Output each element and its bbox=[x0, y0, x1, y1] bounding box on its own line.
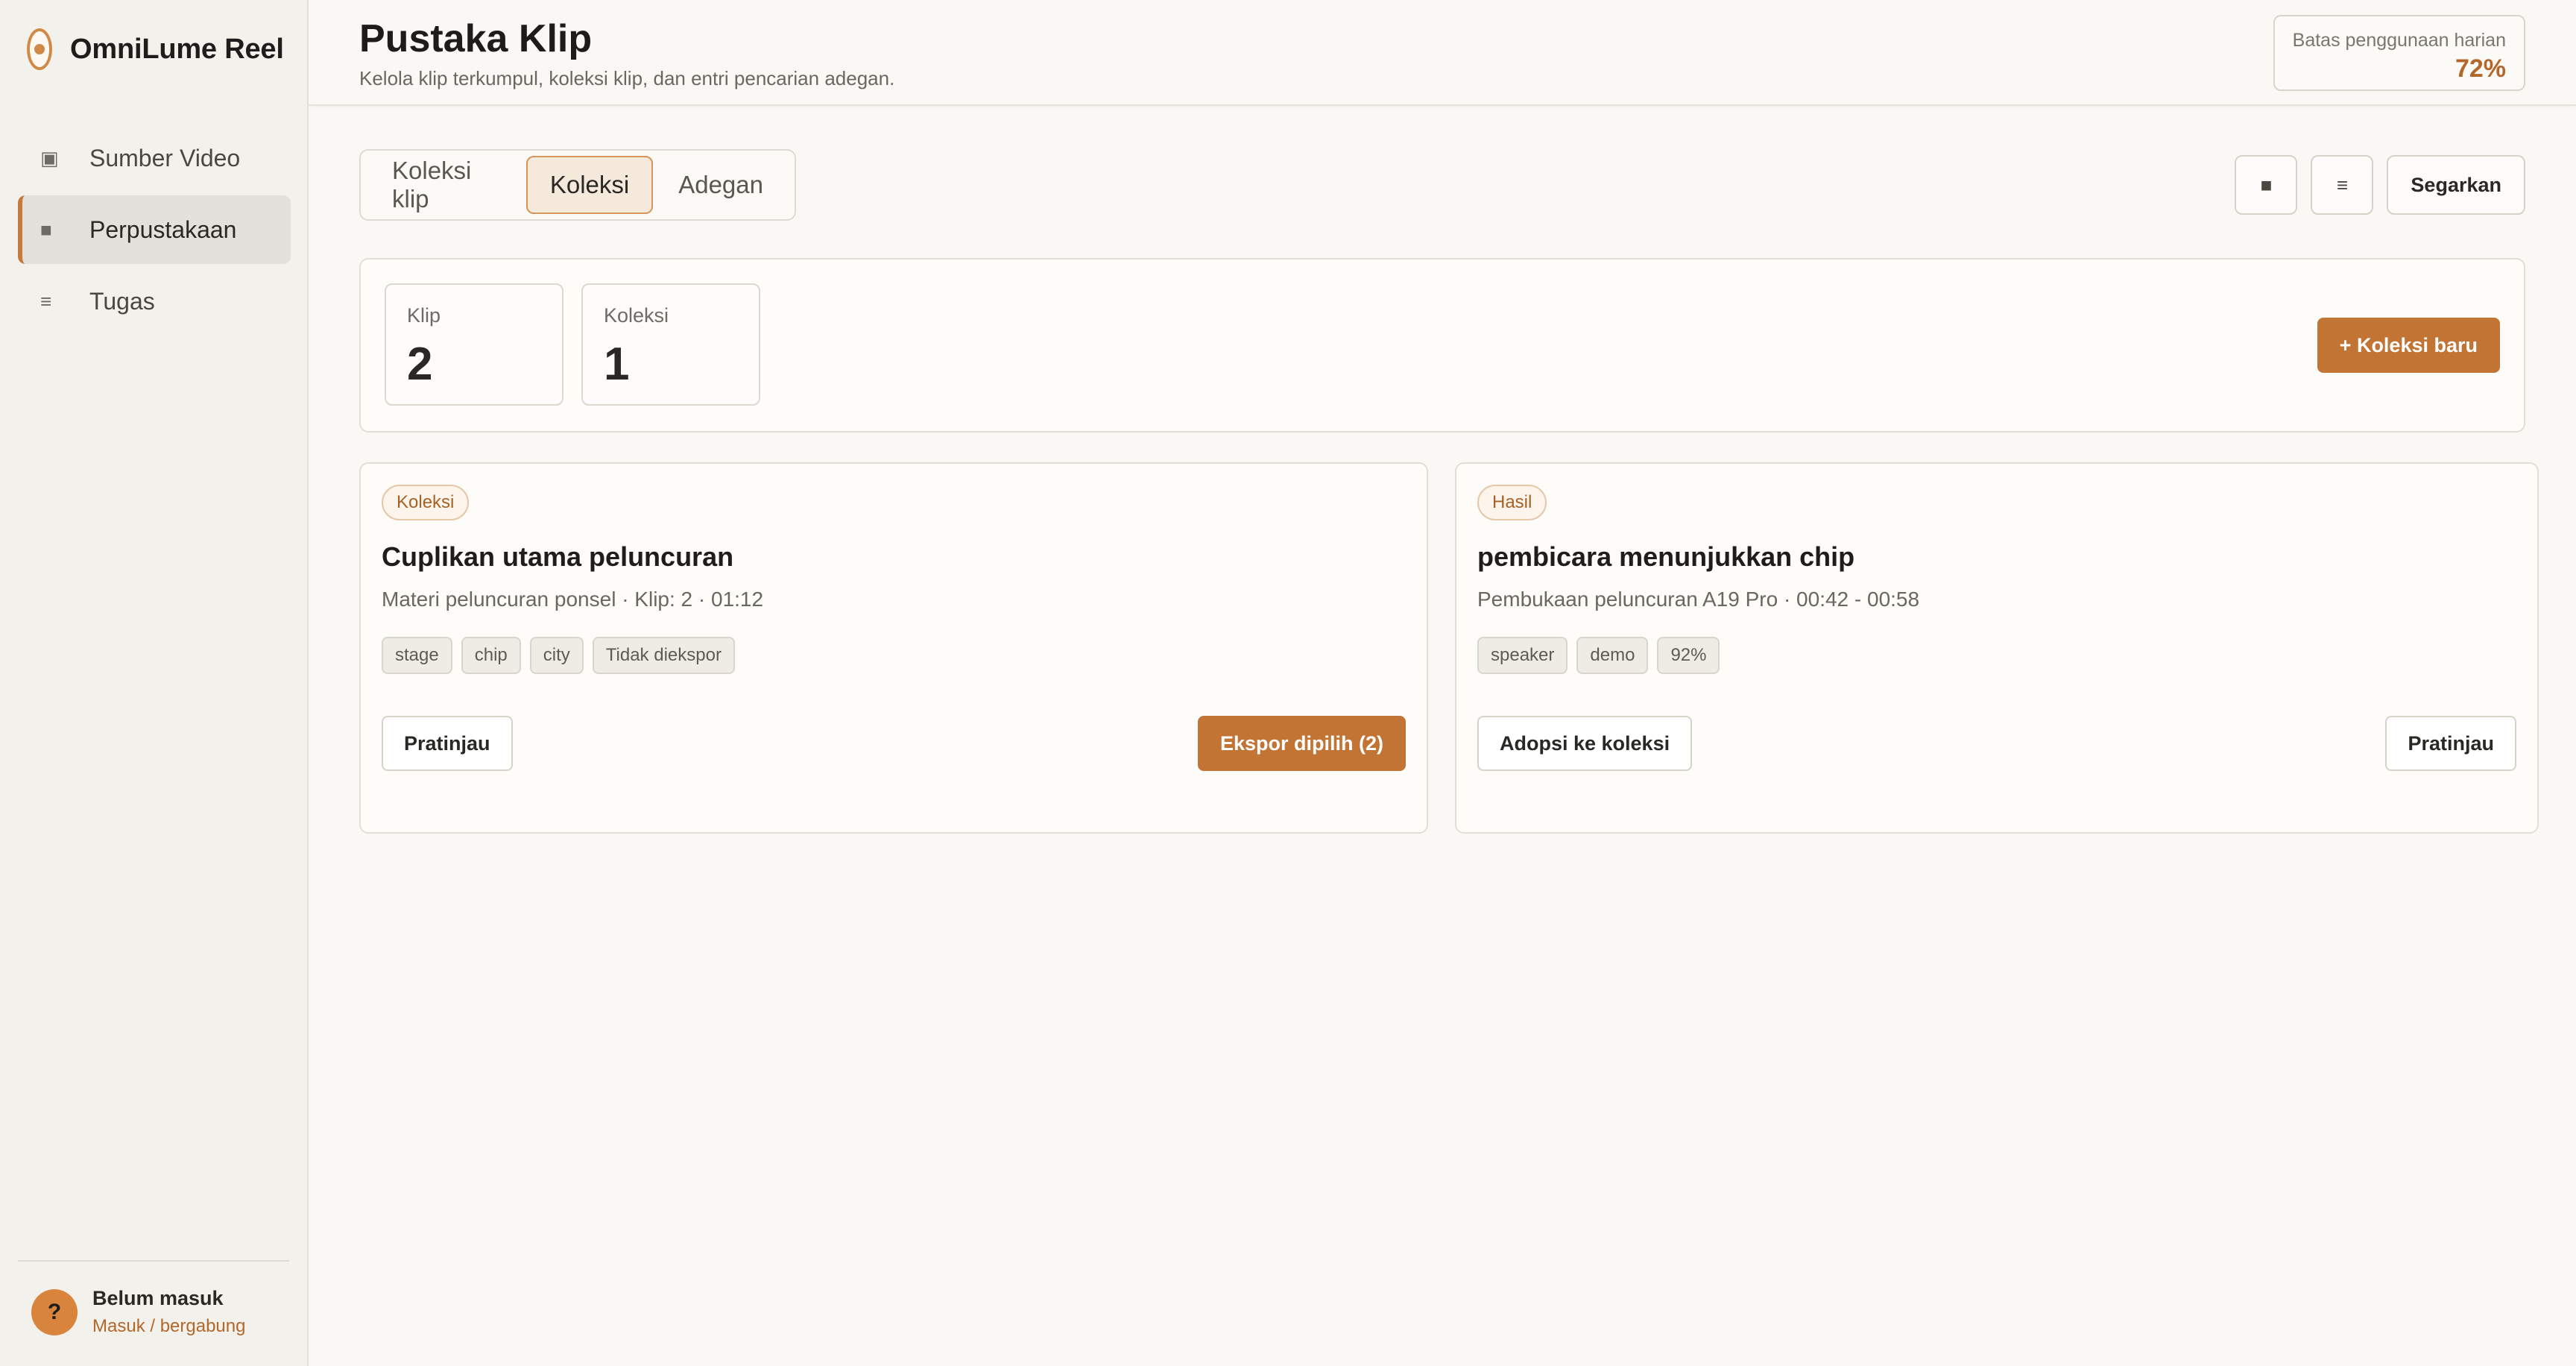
tag: stage bbox=[382, 637, 452, 674]
main-content: Pustaka Klip Kelola klip terkumpul, kole… bbox=[309, 0, 2576, 1366]
list-view-icon: ≡ bbox=[2336, 173, 2348, 196]
collection-card: Koleksi Cuplikan utama peluncuran Materi… bbox=[359, 462, 1428, 834]
library-tabs: Koleksi klip Koleksi Adegan bbox=[359, 149, 796, 221]
usage-limit-value: 72% bbox=[2455, 54, 2506, 83]
refresh-button[interactable]: Segarkan bbox=[2387, 155, 2525, 215]
adopt-to-collection-button[interactable]: Adopsi ke koleksi bbox=[1477, 716, 1693, 771]
sidebar-item-label: Sumber Video bbox=[89, 144, 241, 171]
tab-scenes[interactable]: Adegan bbox=[653, 156, 789, 214]
sidebar-item-tasks[interactable]: ≡ Tugas bbox=[18, 267, 291, 336]
tag: demo bbox=[1576, 637, 1649, 674]
tag-list: stage chip city Tidak diekspor bbox=[382, 637, 744, 674]
video-source-icon: ▣ bbox=[40, 146, 59, 169]
tab-clip-collection[interactable]: Koleksi klip bbox=[367, 156, 526, 214]
app-root: OmniLume Reel ▣ Sumber Video ■ Perpustak… bbox=[0, 0, 2576, 1366]
tag-list: speaker demo 92% bbox=[1477, 637, 1729, 674]
card-meta: Pembukaan peluncuran A19 Pro · 00:42 - 0… bbox=[1477, 588, 1920, 611]
sidebar-item-library[interactable]: ■ Perpustakaan bbox=[18, 195, 291, 264]
tasks-icon: ≡ bbox=[40, 289, 52, 312]
export-status-tag: Tidak diekspor bbox=[592, 637, 735, 674]
card-title: Cuplikan utama peluncuran bbox=[382, 541, 734, 572]
sidebar-nav: ▣ Sumber Video ■ Perpustakaan ≡ Tugas bbox=[18, 124, 291, 339]
stat-clips: Klip 2 bbox=[385, 283, 564, 406]
type-badge: Hasil bbox=[1477, 485, 1547, 520]
tag: speaker bbox=[1477, 637, 1568, 674]
user-status: Belum masuk bbox=[92, 1287, 224, 1309]
library-icon: ■ bbox=[40, 218, 52, 241]
stat-value: 2 bbox=[407, 339, 433, 390]
tag: chip bbox=[461, 637, 521, 674]
preview-button[interactable]: Pratinjau bbox=[2385, 716, 2516, 771]
grid-view-icon: ■ bbox=[2260, 173, 2273, 196]
type-badge: Koleksi bbox=[382, 485, 470, 520]
login-link[interactable]: Masuk / bergabung bbox=[92, 1316, 245, 1337]
topbar: Pustaka Klip Kelola klip terkumpul, kole… bbox=[309, 0, 2576, 106]
search-result-card: Hasil pembicara menunjukkan chip Pembuka… bbox=[1455, 462, 2539, 834]
stat-collections: Koleksi 1 bbox=[581, 283, 760, 406]
brand: OmniLume Reel bbox=[27, 27, 284, 72]
brand-logo-icon bbox=[27, 28, 52, 70]
stats-panel: Klip 2 Koleksi 1 + Koleksi baru bbox=[359, 258, 2525, 432]
preview-button[interactable]: Pratinjau bbox=[382, 716, 513, 771]
page-title: Pustaka Klip bbox=[359, 17, 593, 60]
export-selected-button[interactable]: Ekspor dipilih (2) bbox=[1197, 716, 1406, 771]
new-collection-button[interactable]: + Koleksi baru bbox=[2317, 318, 2500, 373]
stat-value: 1 bbox=[604, 339, 630, 390]
usage-limit-badge: Batas penggunaan harian 72% bbox=[2273, 15, 2525, 91]
sidebar-item-video-source[interactable]: ▣ Sumber Video bbox=[18, 124, 291, 192]
page-subtitle: Kelola klip terkumpul, koleksi klip, dan… bbox=[359, 67, 895, 89]
sidebar-item-label: Perpustakaan bbox=[89, 215, 237, 243]
usage-limit-label: Batas penggunaan harian bbox=[2292, 30, 2506, 51]
card-title: pembicara menunjukkan chip bbox=[1477, 541, 1855, 572]
grid-view-button[interactable]: ■ bbox=[2235, 155, 2298, 215]
user-panel: ? Belum masuk Masuk / bergabung bbox=[31, 1287, 245, 1337]
app-name: OmniLume Reel bbox=[70, 33, 284, 65]
list-view-button[interactable]: ≡ bbox=[2311, 155, 2374, 215]
tag: city bbox=[529, 637, 584, 674]
sidebar-divider bbox=[18, 1260, 289, 1262]
stat-label: Klip bbox=[407, 304, 441, 327]
stat-label: Koleksi bbox=[604, 304, 669, 327]
tab-collections[interactable]: Koleksi bbox=[525, 156, 654, 214]
card-meta: Materi peluncuran ponsel · Klip: 2 · 01:… bbox=[382, 588, 764, 611]
sidebar: OmniLume Reel ▣ Sumber Video ■ Perpustak… bbox=[0, 0, 309, 1366]
confidence-tag: 92% bbox=[1657, 637, 1720, 674]
view-toolbar: ■ ≡ Segarkan bbox=[2235, 155, 2525, 215]
sidebar-item-label: Tugas bbox=[89, 287, 155, 315]
avatar[interactable]: ? bbox=[31, 1288, 78, 1335]
